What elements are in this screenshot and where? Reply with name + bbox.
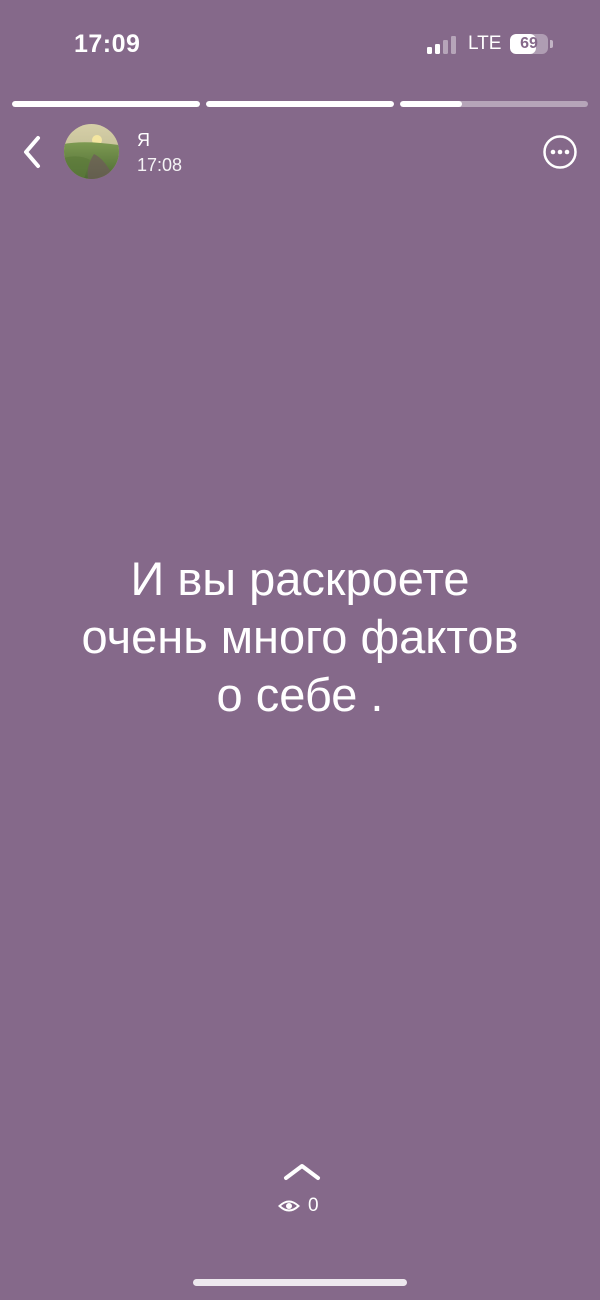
battery-level: 69 [520,35,538,52]
eye-icon [278,1200,300,1212]
story-progress-segment [400,101,588,107]
story-progress-segment [206,101,394,107]
ellipsis-circle-icon [543,135,577,169]
story-text-line: очень много фактов [81,610,519,663]
back-button[interactable] [14,130,50,174]
post-time: 17:08 [137,155,183,175]
avatar-image [64,124,119,179]
views-counter[interactable]: 0 [278,1194,319,1218]
story-text-line: о себе . [216,668,384,721]
story-text-line: И вы раскроете [130,552,470,605]
story-text: И вы раскроете очень много фактов о себе… [0,550,600,724]
views-count: 0 [308,1195,319,1216]
status-time: 17:09 [74,30,141,58]
cellular-signal-icon [427,36,456,54]
network-type: LTE [468,33,502,54]
avatar[interactable] [64,124,119,179]
home-indicator[interactable] [193,1279,407,1286]
author-name[interactable]: Я [137,130,150,151]
story-progress-bar [12,101,588,107]
story-progress-segment [12,101,200,107]
chevron-left-icon [24,136,40,168]
chevron-up-icon[interactable] [282,1160,322,1182]
battery-icon: 69 [510,34,554,54]
status-bar: 17:09 LTE 69 [0,0,600,90]
more-options-button[interactable] [542,134,578,170]
